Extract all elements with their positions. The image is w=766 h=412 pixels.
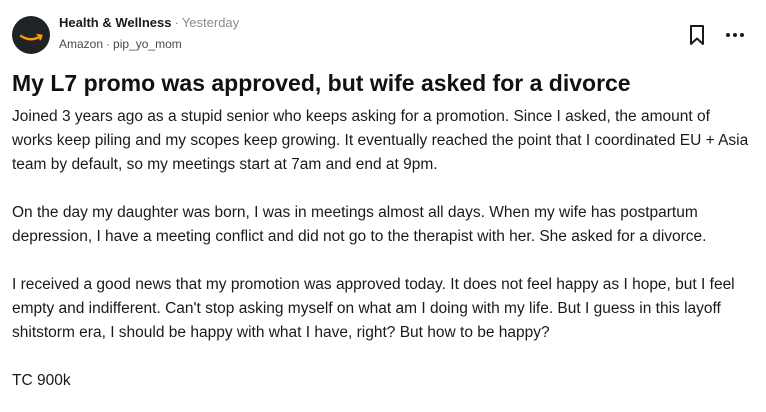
amazon-logo-icon: [19, 33, 43, 41]
more-options-button[interactable]: [724, 28, 746, 42]
post-meta: Health & Wellness · Yesterday Amazon · pip_y…: [59, 14, 239, 52]
post-paragraph: TC 900k: [12, 372, 71, 389]
author-username[interactable]: pip_yo_mom: [113, 37, 182, 51]
post-header: Health & Wellness · Yesterday Amazon · pip_y…: [12, 14, 754, 58]
more-options-icon: [726, 33, 744, 37]
post-title[interactable]: My L7 promo was approved, but wife asked…: [12, 68, 631, 98]
meta-separator: ·: [174, 15, 179, 30]
channel-link[interactable]: Health & Wellness: [59, 15, 171, 30]
post-body: Joined 3 years ago as a stupid senior wh…: [12, 105, 754, 393]
post-paragraph: On the day my daughter was born, I was i…: [12, 204, 707, 245]
bookmark-icon: [690, 25, 704, 45]
post-paragraph: I received a good news that my promotion…: [12, 276, 735, 341]
company-avatar[interactable]: [12, 16, 50, 54]
author-company[interactable]: Amazon: [59, 37, 103, 51]
meta-separator: ·: [106, 37, 111, 51]
bookmark-button[interactable]: [688, 24, 706, 46]
post-paragraph: Joined 3 years ago as a stupid senior wh…: [12, 108, 749, 173]
post-time: Yesterday: [181, 15, 240, 30]
